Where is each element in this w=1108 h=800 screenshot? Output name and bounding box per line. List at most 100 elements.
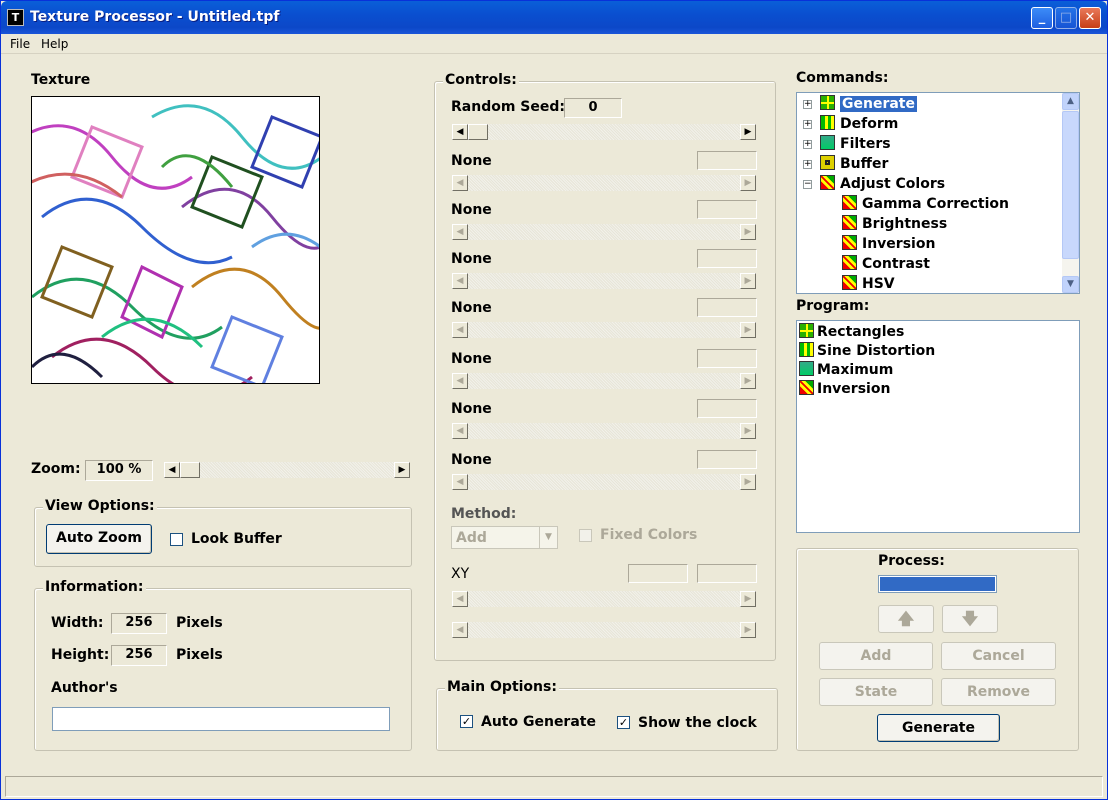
title-bar[interactable]: T Texture Processor - Untitled.tpf _ □ ✕ (1, 1, 1107, 34)
width-label: Width: (51, 615, 104, 631)
scroll-right-icon[interactable]: ▶ (740, 175, 756, 191)
tree-node[interactable]: Generate (820, 95, 917, 113)
expand-toggle[interactable]: + (803, 140, 812, 149)
param-slider[interactable]: ◀ ▶ (451, 372, 757, 390)
main-options-caption: Main Options: (445, 679, 559, 695)
scroll-right-icon[interactable]: ▶ (740, 474, 756, 490)
look-buffer-checkbox[interactable] (170, 533, 183, 546)
program-item[interactable]: Sine Distortion (799, 342, 935, 360)
random-seed-slider[interactable]: ◀ ▶ (451, 123, 757, 141)
param-value (697, 151, 757, 170)
auto-generate-checkbox[interactable]: ✓ (460, 715, 473, 728)
expand-toggle[interactable]: + (803, 120, 812, 129)
program-item[interactable]: Maximum (799, 361, 893, 379)
scroll-up-icon[interactable]: ▲ (1062, 93, 1079, 110)
scroll-right-icon[interactable]: ▶ (740, 373, 756, 389)
commands-tree[interactable]: + Generate + Deform + Filters + Buffer −… (796, 92, 1080, 294)
scroll-left-icon[interactable]: ◀ (452, 622, 468, 638)
scroll-left-icon[interactable]: ◀ (452, 373, 468, 389)
zoom-slider[interactable]: ◀ ▶ (163, 461, 411, 479)
progress-fill (880, 577, 995, 591)
tree-node[interactable]: Buffer (820, 155, 888, 173)
remove-button[interactable]: Remove (941, 678, 1056, 706)
expand-toggle[interactable]: + (803, 160, 812, 169)
param-value (697, 249, 757, 268)
tree-node-label: Buffer (840, 156, 889, 172)
scroll-right-icon[interactable]: ▶ (740, 591, 756, 607)
height-label: Height: (51, 647, 110, 663)
random-seed-label: Random Seed: (451, 99, 565, 115)
y-slider[interactable]: ◀ ▶ (451, 621, 757, 639)
param-slider[interactable]: ◀ ▶ (451, 272, 757, 290)
tree-node-label: Deform (840, 116, 899, 132)
param-label: None (451, 300, 492, 316)
expand-toggle[interactable]: − (803, 180, 812, 189)
commands-scrollbar[interactable]: ▲ ▼ (1062, 93, 1079, 293)
tree-node[interactable]: Filters (820, 135, 891, 153)
scroll-left-icon[interactable]: ◀ (164, 462, 180, 478)
tree-node-label: Contrast (862, 256, 930, 272)
scroll-left-icon[interactable]: ◀ (452, 273, 468, 289)
tree-node-label: Gamma Correction (862, 196, 1010, 212)
method-select[interactable]: Add ▼ (451, 526, 558, 549)
commands-scroll-thumb[interactable] (1062, 111, 1079, 259)
program-item[interactable]: Inversion (799, 380, 890, 398)
cancel-button[interactable]: Cancel (941, 642, 1056, 670)
tree-child-node[interactable]: HSV (842, 275, 895, 293)
param-slider[interactable]: ◀ ▶ (451, 174, 757, 192)
scroll-left-icon[interactable]: ◀ (452, 474, 468, 490)
tree-child-node[interactable]: Brightness (842, 215, 947, 233)
maximize-button[interactable]: □ (1055, 7, 1077, 29)
close-button[interactable]: ✕ (1079, 7, 1101, 29)
scroll-right-icon[interactable]: ▶ (740, 224, 756, 240)
param-slider[interactable]: ◀ ▶ (451, 321, 757, 339)
scroll-right-icon[interactable]: ▶ (740, 622, 756, 638)
adjust-colors-icon (799, 380, 814, 395)
scroll-right-icon[interactable]: ▶ (740, 322, 756, 338)
random-seed-thumb[interactable] (468, 124, 488, 140)
show-clock-checkbox[interactable]: ✓ (617, 716, 630, 729)
param-slider[interactable]: ◀ ▶ (451, 223, 757, 241)
add-button[interactable]: Add (819, 642, 933, 670)
scroll-right-icon[interactable]: ▶ (740, 124, 756, 140)
program-item-label: Inversion (817, 381, 891, 397)
param-slider[interactable]: ◀ ▶ (451, 422, 757, 440)
adjust-colors-icon (820, 175, 835, 190)
move-down-button[interactable]: 🡇 (942, 605, 998, 633)
state-button[interactable]: State (819, 678, 933, 706)
scroll-down-icon[interactable]: ▼ (1062, 276, 1079, 293)
param-slider[interactable]: ◀ ▶ (451, 473, 757, 491)
scroll-left-icon[interactable]: ◀ (452, 423, 468, 439)
adjust-colors-icon (842, 255, 857, 270)
x-slider[interactable]: ◀ ▶ (451, 590, 757, 608)
program-item[interactable]: Rectangles (799, 323, 904, 341)
tree-child-node[interactable]: Contrast (842, 255, 930, 273)
texture-preview[interactable] (31, 96, 320, 384)
tree-node[interactable]: Adjust Colors (820, 175, 945, 193)
program-label: Program: (796, 298, 870, 314)
scroll-right-icon[interactable]: ▶ (394, 462, 410, 478)
menu-help[interactable]: Help (41, 37, 68, 51)
scroll-left-icon[interactable]: ◀ (452, 322, 468, 338)
author-input[interactable] (52, 707, 390, 731)
scroll-left-icon[interactable]: ◀ (452, 175, 468, 191)
tree-child-node[interactable]: Gamma Correction (842, 195, 1009, 213)
look-buffer-label: Look Buffer (191, 531, 282, 547)
auto-zoom-button[interactable]: Auto Zoom (46, 524, 152, 554)
minimize-button[interactable]: _ (1031, 7, 1053, 29)
scroll-left-icon[interactable]: ◀ (452, 124, 468, 140)
scroll-right-icon[interactable]: ▶ (740, 423, 756, 439)
scroll-left-icon[interactable]: ◀ (452, 591, 468, 607)
program-list[interactable]: Rectangles Sine Distortion Maximum Inver… (796, 320, 1080, 533)
generate-button[interactable]: Generate (877, 714, 1000, 742)
expand-toggle[interactable]: + (803, 100, 812, 109)
move-up-button[interactable]: 🡅 (878, 605, 934, 633)
scroll-right-icon[interactable]: ▶ (740, 273, 756, 289)
menu-file[interactable]: File (10, 37, 30, 51)
fixed-colors-checkbox[interactable] (579, 529, 592, 542)
param-label: None (451, 153, 492, 169)
zoom-slider-thumb[interactable] (180, 462, 200, 478)
scroll-left-icon[interactable]: ◀ (452, 224, 468, 240)
tree-node[interactable]: Deform (820, 115, 898, 133)
tree-child-node[interactable]: Inversion (842, 235, 935, 253)
